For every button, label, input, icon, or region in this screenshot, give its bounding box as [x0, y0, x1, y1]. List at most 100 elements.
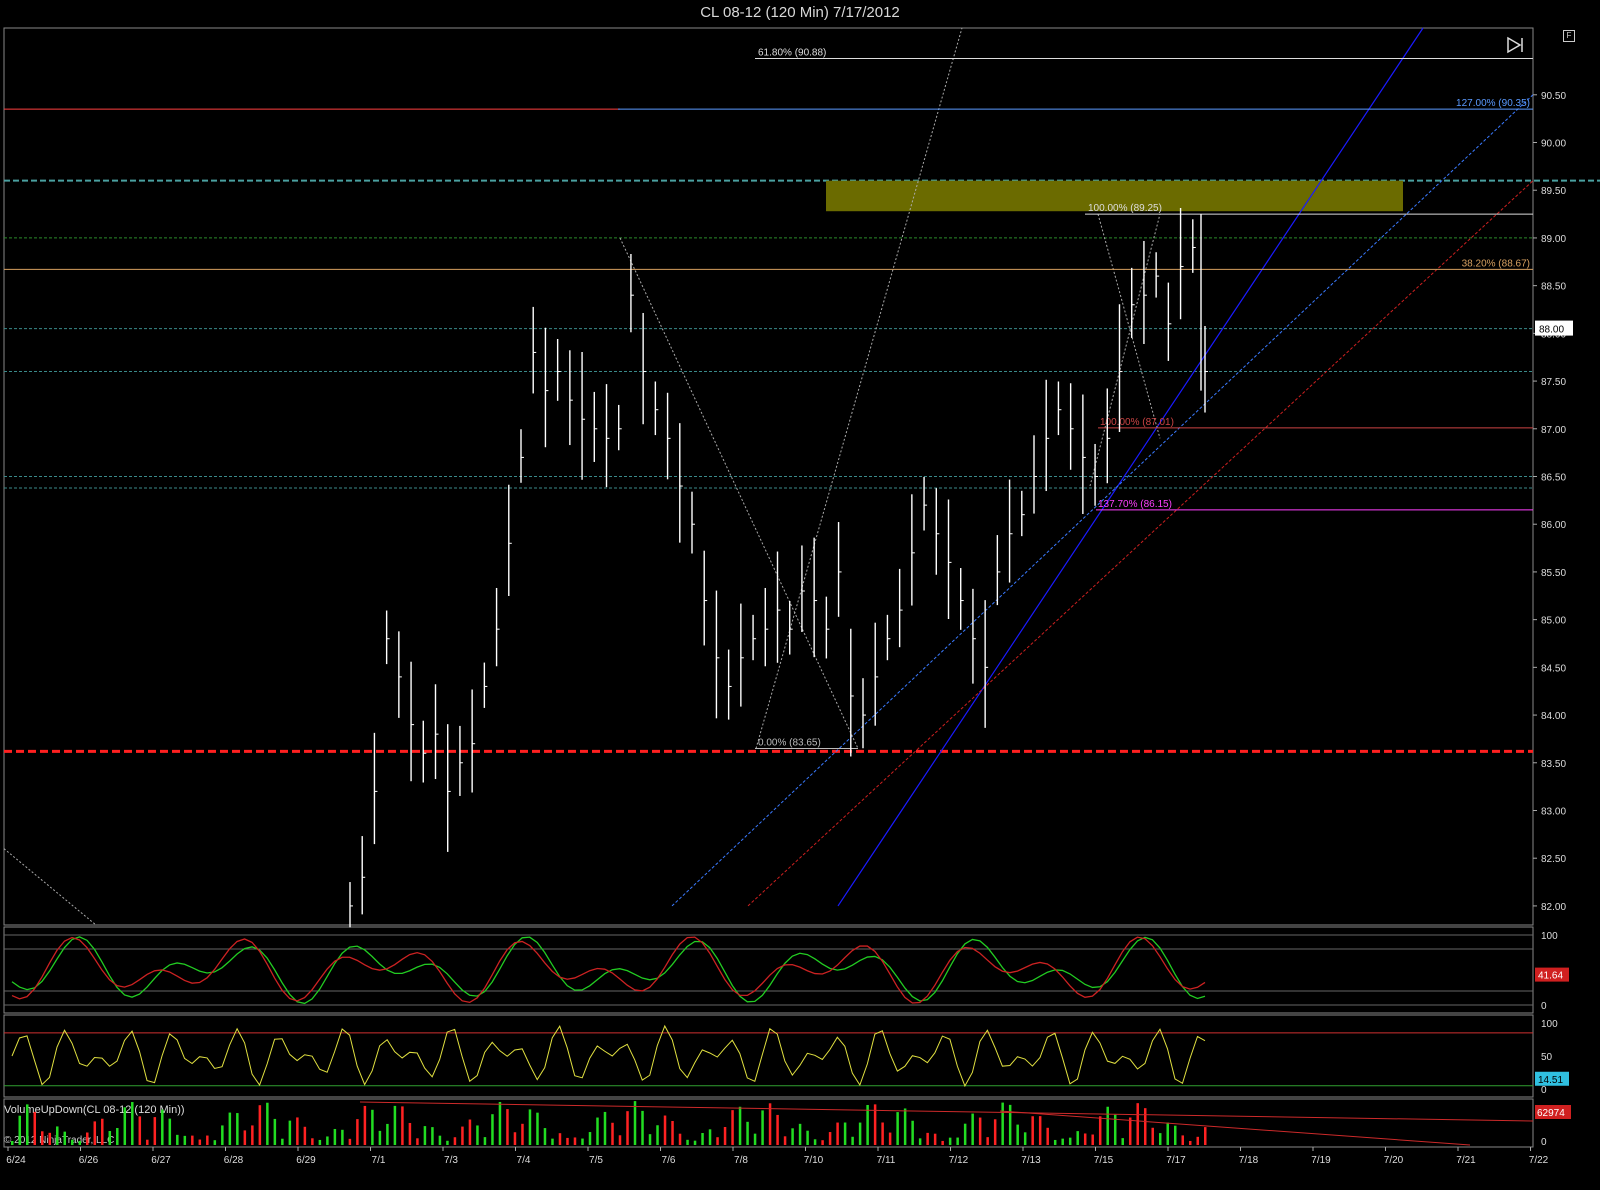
volume-bar: [678, 1133, 682, 1145]
volume-bar: [663, 1115, 667, 1145]
volume-bar: [386, 1123, 389, 1145]
volume-bar: [296, 1117, 299, 1145]
volume-bar: [528, 1109, 532, 1145]
volume-bar: [1076, 1131, 1079, 1145]
y-tick-label: 86.00: [1541, 520, 1566, 531]
y-tick-label: 82.50: [1541, 854, 1566, 865]
x-tick-label: 6/24: [6, 1155, 26, 1166]
fib-label-6: 0.00% (83.65): [758, 737, 821, 748]
volume-bar: [626, 1111, 629, 1145]
volume-bar: [993, 1119, 997, 1145]
x-tick-label: 6/29: [296, 1155, 316, 1166]
volume-bar: [191, 1135, 194, 1145]
volume-bar: [851, 1136, 854, 1145]
volume-bar: [843, 1122, 847, 1145]
volume-bar: [948, 1137, 952, 1145]
volume-bar: [176, 1134, 179, 1145]
y-tick-label: 84.50: [1541, 663, 1566, 674]
volume-bar: [446, 1140, 449, 1145]
volume-bar: [611, 1122, 614, 1145]
osc-line: [11, 1024, 1206, 1088]
volume-bar: [236, 1113, 239, 1145]
volume-tick: 0: [1541, 1137, 1547, 1148]
stoch-value: 41.64: [1538, 971, 1563, 982]
volume-bar: [1166, 1122, 1169, 1145]
y-tick-label: 90.50: [1541, 91, 1566, 102]
osc-extremes: [42, 1026, 1160, 1086]
x-tick-label: 7/20: [1384, 1155, 1404, 1166]
y-tick-label: 87.50: [1541, 377, 1566, 388]
volume-bar: [761, 1110, 764, 1145]
volume-bar: [1031, 1116, 1034, 1145]
volume-bar: [258, 1105, 262, 1145]
panel-frame-0: [3, 27, 1534, 926]
volume-bar: [86, 1132, 89, 1145]
volume-bar: [93, 1121, 97, 1145]
volume-bar: [431, 1127, 434, 1145]
volume-bar: [986, 1137, 989, 1145]
volume-bar: [303, 1126, 307, 1145]
volume-bar: [461, 1126, 464, 1145]
volume-bar: [903, 1108, 907, 1145]
volume-bar: [573, 1137, 577, 1145]
volume-bar: [738, 1106, 742, 1145]
x-tick-label: 7/22: [1529, 1155, 1549, 1166]
x-tick-label: 7/15: [1094, 1155, 1114, 1166]
volume-bar: [918, 1138, 922, 1145]
volume-bar: [551, 1138, 554, 1145]
volume-bar: [311, 1138, 314, 1145]
volume-bar: [138, 1116, 142, 1145]
volume-bar: [78, 1140, 82, 1145]
volume-bar: [228, 1112, 232, 1145]
volume-bar: [468, 1119, 472, 1145]
panel-frame-2: [3, 1014, 1534, 1098]
volume-bar: [1053, 1139, 1057, 1145]
y-tick-label: 84.00: [1541, 711, 1566, 722]
volume-bar: [633, 1101, 637, 1145]
volume-bar: [1038, 1116, 1042, 1145]
volume-bar: [648, 1134, 652, 1145]
volume-bar: [956, 1137, 959, 1145]
volume-bar: [1023, 1132, 1027, 1145]
volume-bar: [1091, 1134, 1094, 1145]
y-tick-label: 90.00: [1541, 139, 1566, 150]
volume-bar: [1151, 1127, 1154, 1145]
volume-bar: [416, 1138, 419, 1145]
volume-bar: [926, 1132, 929, 1145]
play-icon: [1507, 36, 1523, 54]
volume-bar: [708, 1129, 712, 1145]
y-tick-label: 87.00: [1541, 425, 1566, 436]
volume-bar: [963, 1123, 967, 1145]
volume-bar: [1188, 1140, 1192, 1145]
x-tick-label: 7/21: [1456, 1155, 1476, 1166]
volume-bar: [543, 1128, 547, 1145]
volume-bar: [896, 1112, 899, 1145]
x-tick-label: 7/3: [444, 1155, 458, 1166]
volume-bar: [318, 1139, 322, 1145]
swing-line-3: [1089, 213, 1161, 487]
stoch-d-line: [11, 936, 1206, 1004]
volume-bar: [701, 1133, 704, 1145]
fib-levels: 61.80% (90.88) 127.00% (90.35) 100.00% (89…: [4, 48, 1533, 749]
x-tick-label: 7/1: [372, 1155, 386, 1166]
volume-bar: [11, 1141, 14, 1145]
volume-bar: [1008, 1104, 1012, 1145]
volume-bar: [408, 1122, 412, 1145]
osc-tick: 50: [1541, 1052, 1553, 1063]
volume-bar: [746, 1121, 749, 1145]
volume-bar: [273, 1118, 277, 1145]
panel-frame-3: [3, 1098, 1534, 1148]
volume-bar: [618, 1135, 622, 1145]
volume-bar: [206, 1135, 209, 1145]
left-swing-line: [3, 848, 97, 926]
volume-bar: [1098, 1116, 1102, 1145]
volume-bar: [888, 1132, 892, 1145]
price-chart[interactable]: 61.80% (90.88) 127.00% (90.35) 100.00% (89…: [0, 0, 1600, 1190]
volume-bar: [716, 1137, 719, 1145]
volume-value: 62974: [1537, 1108, 1565, 1119]
volume-bar: [101, 1118, 104, 1145]
volume-bar: [1068, 1137, 1072, 1145]
volume-bar: [348, 1138, 352, 1145]
volume-bar: [146, 1139, 149, 1145]
volume-bar: [453, 1137, 457, 1145]
